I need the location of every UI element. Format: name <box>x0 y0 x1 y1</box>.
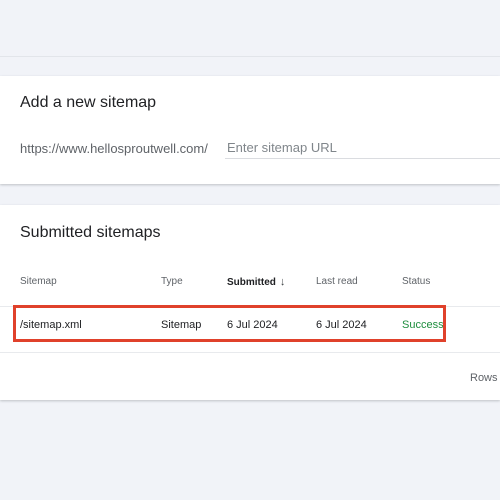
submitted-sitemaps-title: Submitted sitemaps <box>20 224 161 241</box>
column-header-submitted[interactable]: Submitted ↓ <box>227 276 285 288</box>
header-divider <box>0 306 500 307</box>
row-divider <box>0 352 500 353</box>
column-header-submitted-label: Submitted <box>227 277 276 288</box>
status-badge: Success <box>402 319 444 331</box>
column-header-last-read[interactable]: Last read <box>316 276 358 287</box>
cell-type: Sitemap <box>161 319 202 331</box>
add-sitemap-title: Add a new sitemap <box>20 94 157 111</box>
column-header-type[interactable]: Type <box>161 276 183 287</box>
submitted-sitemaps-card: Submitted sitemaps Sitemap Type Submitte… <box>0 205 500 400</box>
cell-sitemap: /sitemap.xml <box>20 319 82 331</box>
add-sitemap-card: Add a new sitemap https://www.hellosprou… <box>0 76 500 184</box>
cell-submitted: 6 Jul 2024 <box>227 319 278 331</box>
top-strip <box>0 0 500 57</box>
cell-last-read: 6 Jul 2024 <box>316 319 367 331</box>
sitemap-url-input[interactable] <box>225 137 500 159</box>
column-header-sitemap[interactable]: Sitemap <box>20 276 57 287</box>
arrow-down-icon: ↓ <box>279 276 286 288</box>
rows-per-page-label: Rows <box>470 372 498 384</box>
sitemap-url-prefix: https://www.hellosproutwell.com/ <box>20 141 208 156</box>
column-header-status[interactable]: Status <box>402 276 430 287</box>
